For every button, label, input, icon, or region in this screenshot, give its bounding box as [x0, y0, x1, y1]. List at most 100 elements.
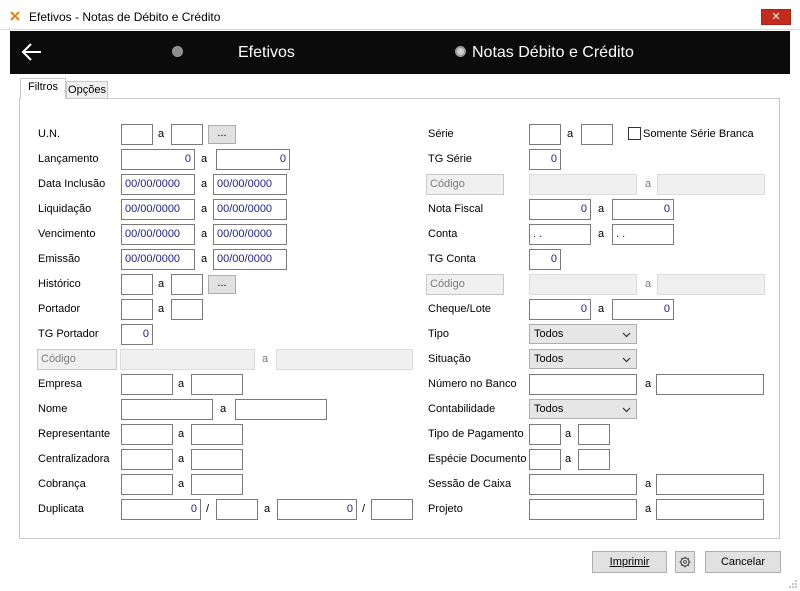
range-sep: a — [178, 378, 185, 390]
cancelar-button[interactable]: Cancelar — [705, 551, 781, 573]
empresa-label: Empresa — [38, 378, 83, 390]
projeto-from-input[interactable] — [529, 499, 637, 520]
vencimento-to-input[interactable]: 00/00/0000 — [213, 224, 287, 245]
nome-to-input[interactable] — [235, 399, 327, 420]
conta-from-input[interactable]: . . — [529, 224, 591, 245]
sessao-caixa-from-input[interactable] — [529, 474, 637, 495]
liquidacao-from-input[interactable]: 00/00/0000 — [121, 199, 195, 220]
imprimir-button[interactable]: Imprimir — [592, 551, 667, 573]
range-sep: a — [178, 428, 185, 440]
somente-serie-branca-label[interactable]: Somente Série Branca — [643, 128, 754, 140]
historico-to-input[interactable] — [171, 274, 203, 295]
resize-grip-icon[interactable] — [788, 579, 798, 589]
data-inclusao-label: Data Inclusão — [38, 178, 106, 190]
range-sep: a — [567, 128, 574, 140]
lancamento-to-input[interactable]: 0 — [216, 149, 290, 170]
tipo-pagamento-to-input[interactable] — [578, 424, 610, 445]
somente-serie-branca-checkbox[interactable] — [628, 127, 641, 140]
empresa-to-input[interactable] — [191, 374, 243, 395]
range-sep: a — [201, 228, 208, 240]
cobranca-from-input[interactable] — [121, 474, 173, 495]
situacao-label: Situação — [428, 353, 471, 365]
portador-to-input[interactable] — [171, 299, 203, 320]
contabilidade-select-value: Todos — [534, 403, 564, 415]
tg-conta-input[interactable]: 0 — [529, 249, 561, 270]
range-sep: a — [645, 378, 652, 390]
sessao-caixa-to-input[interactable] — [656, 474, 764, 495]
settings-button[interactable] — [675, 551, 695, 573]
emissao-label: Emissão — [38, 253, 81, 265]
representante-to-input[interactable] — [191, 424, 243, 445]
lancamento-from-input[interactable]: 0 — [121, 149, 195, 170]
cancelar-button-label: Cancelar — [720, 556, 766, 568]
duplicata-from-number-input[interactable]: 0 — [121, 499, 201, 520]
back-arrow-icon[interactable] — [20, 40, 44, 64]
emissao-to-input[interactable]: 00/00/0000 — [213, 249, 287, 270]
tg-serie-input[interactable]: 0 — [529, 149, 561, 170]
nota-fiscal-from-input[interactable]: 0 — [529, 199, 591, 220]
numero-banco-from-input[interactable] — [529, 374, 637, 395]
emissao-from-input[interactable]: 00/00/0000 — [121, 249, 195, 270]
situacao-select[interactable]: Todos — [529, 349, 637, 369]
representante-label: Representante — [38, 428, 111, 440]
data-inclusao-to-input[interactable]: 00/00/0000 — [213, 174, 287, 195]
tipo-label: Tipo — [428, 328, 449, 340]
un-label: U.N. — [38, 128, 60, 140]
projeto-to-input[interactable] — [656, 499, 764, 520]
nota-fiscal-to-input[interactable]: 0 — [612, 199, 674, 220]
especie-documento-to-input[interactable] — [578, 449, 610, 470]
serie-from-input[interactable] — [529, 124, 561, 145]
chevron-down-icon — [622, 407, 631, 413]
portador-codigo-label: Código — [37, 349, 117, 370]
un-browse-button[interactable]: ... — [208, 125, 236, 144]
vencimento-from-input[interactable]: 00/00/0000 — [121, 224, 195, 245]
numero-banco-label: Número no Banco — [428, 378, 517, 390]
portador-label: Portador — [38, 303, 81, 315]
tipo-pagamento-from-input[interactable] — [529, 424, 561, 445]
contabilidade-select[interactable]: Todos — [529, 399, 637, 419]
nome-label: Nome — [38, 403, 68, 415]
mode-header: Efetivos Notas Débito e Crédito — [10, 31, 790, 74]
representante-from-input[interactable] — [121, 424, 173, 445]
especie-documento-from-input[interactable] — [529, 449, 561, 470]
historico-browse-button[interactable]: ... — [208, 275, 236, 294]
duplicata-to-suffix-input[interactable] — [371, 499, 413, 520]
close-button[interactable]: ✕ — [761, 9, 791, 25]
tab-filtros[interactable]: Filtros — [20, 78, 66, 99]
range-sep: a — [645, 178, 652, 190]
radio-notas-debito-credito[interactable] — [455, 46, 466, 57]
serie-label: Série — [428, 128, 454, 140]
radio-efetivos[interactable] — [172, 46, 183, 57]
chevron-down-icon — [622, 332, 631, 338]
mode-notas-label[interactable]: Notas Débito e Crédito — [472, 44, 634, 62]
duplicata-from-suffix-input[interactable] — [216, 499, 258, 520]
cheque-lote-to-input[interactable]: 0 — [612, 299, 674, 320]
duplicata-to-number-input[interactable]: 0 — [277, 499, 357, 520]
centralizadora-from-input[interactable] — [121, 449, 173, 470]
tipo-select[interactable]: Todos — [529, 324, 637, 344]
portador-from-input[interactable] — [121, 299, 153, 320]
centralizadora-to-input[interactable] — [191, 449, 243, 470]
range-sep: a — [158, 303, 165, 315]
range-sep: a — [201, 203, 208, 215]
range-sep: a — [158, 278, 165, 290]
data-inclusao-from-input[interactable]: 00/00/0000 — [121, 174, 195, 195]
situacao-select-value: Todos — [534, 353, 564, 365]
empresa-from-input[interactable] — [121, 374, 173, 395]
tipo-select-value: Todos — [534, 328, 564, 340]
conta-to-input[interactable]: . . — [612, 224, 674, 245]
cheque-lote-from-input[interactable]: 0 — [529, 299, 591, 320]
cobranca-to-input[interactable] — [191, 474, 243, 495]
liquidacao-to-input[interactable]: 00/00/0000 — [213, 199, 287, 220]
un-from-input[interactable] — [121, 124, 153, 145]
nome-from-input[interactable] — [121, 399, 213, 420]
tg-portador-input[interactable]: 0 — [121, 324, 153, 345]
historico-from-input[interactable] — [121, 274, 153, 295]
serie-to-input[interactable] — [581, 124, 613, 145]
mode-efetivos-label[interactable]: Efetivos — [238, 44, 295, 62]
serie-codigo-from-input — [529, 174, 637, 195]
chevron-down-icon — [622, 357, 631, 363]
projeto-label: Projeto — [428, 503, 463, 515]
numero-banco-to-input[interactable] — [656, 374, 764, 395]
un-to-input[interactable] — [171, 124, 203, 145]
